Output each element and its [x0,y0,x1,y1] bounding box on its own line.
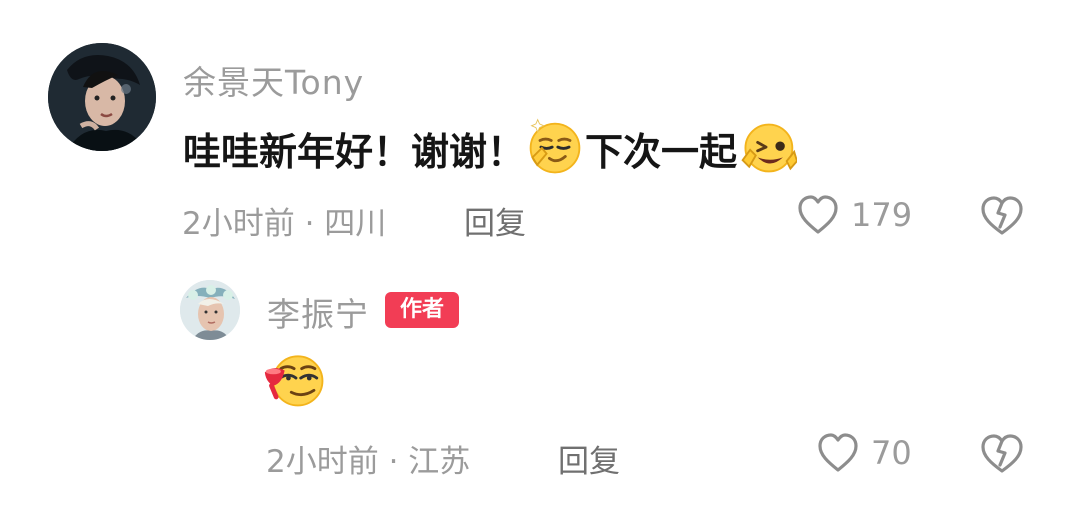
author-badge: 作者 [385,292,459,328]
heart-icon[interactable] [795,193,841,237]
profile-avatar-icon [180,280,240,340]
comment-time-location: 2小时前 · 四川 [182,206,387,242]
smug-face-icon [529,118,581,174]
broken-heart-icon[interactable] [978,193,1026,237]
comment-text-part: 下次一起 [585,129,738,174]
like-count: 179 [851,196,913,234]
winking-face-icon [741,123,798,173]
like-count: 70 [871,434,912,472]
like-button[interactable]: 179 [795,193,912,237]
reply-button[interactable]: 回复 [464,198,526,243]
comment-text-part: 哇哇新年好！谢谢！ [183,129,526,174]
like-button[interactable]: 70 [815,431,912,475]
reply-username[interactable]: 李振宁 [267,288,369,336]
comment-thread: 余景天Tony 哇哇新年好！谢谢！ 下次一起 2小时前 · 四川 回复 179 … [0,0,1084,516]
comment-text: 哇哇新年好！谢谢！ 下次一起 [183,118,798,178]
author-avatar[interactable] [180,280,240,340]
user-avatar[interactable] [48,43,156,151]
heart-icon[interactable] [815,431,861,475]
reply-button[interactable]: 回复 [558,436,620,481]
broken-heart-icon[interactable] [978,431,1026,475]
drink-face-icon [264,355,324,407]
profile-avatar-icon [48,43,156,151]
reply-time-location: 2小时前 · 江苏 [266,444,471,480]
comment-username[interactable]: 余景天Tony [183,56,364,104]
